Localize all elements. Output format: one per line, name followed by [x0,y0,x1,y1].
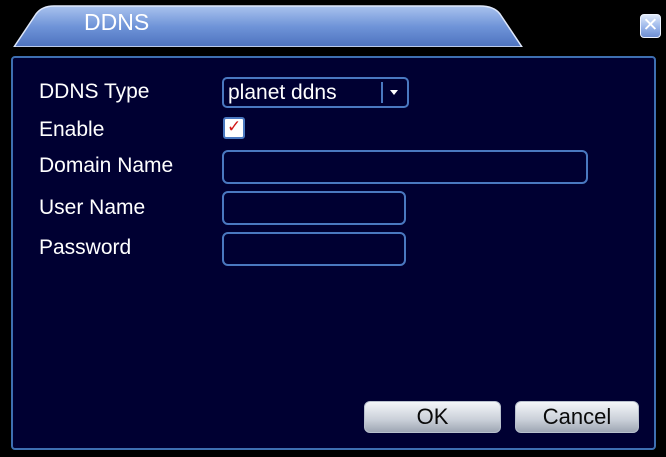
ddns-dialog: DDNS ✕ DDNS Type planet ddns Enable ✓ Do… [0,0,666,457]
domain-name-label: Domain Name [39,154,174,177]
password-input[interactable] [222,232,406,266]
enable-label: Enable [39,118,105,141]
cancel-button[interactable]: Cancel [515,401,639,433]
chevron-down-icon[interactable] [381,82,404,103]
ddns-type-label: DDNS Type [39,80,150,103]
title-bar: DDNS ✕ [0,0,666,47]
domain-name-input[interactable] [222,150,588,184]
user-name-label: User Name [39,196,146,219]
user-name-input[interactable] [222,191,406,225]
ddns-type-value: planet ddns [228,81,337,104]
ddns-type-select[interactable]: planet ddns [222,77,409,108]
ok-button[interactable]: OK [364,401,501,433]
password-label: Password [39,236,132,259]
enable-checkbox[interactable]: ✓ [223,117,245,139]
close-icon: ✕ [642,15,659,36]
close-button[interactable]: ✕ [640,14,661,38]
dialog-title: DDNS [84,9,150,35]
check-icon: ✓ [227,117,242,136]
